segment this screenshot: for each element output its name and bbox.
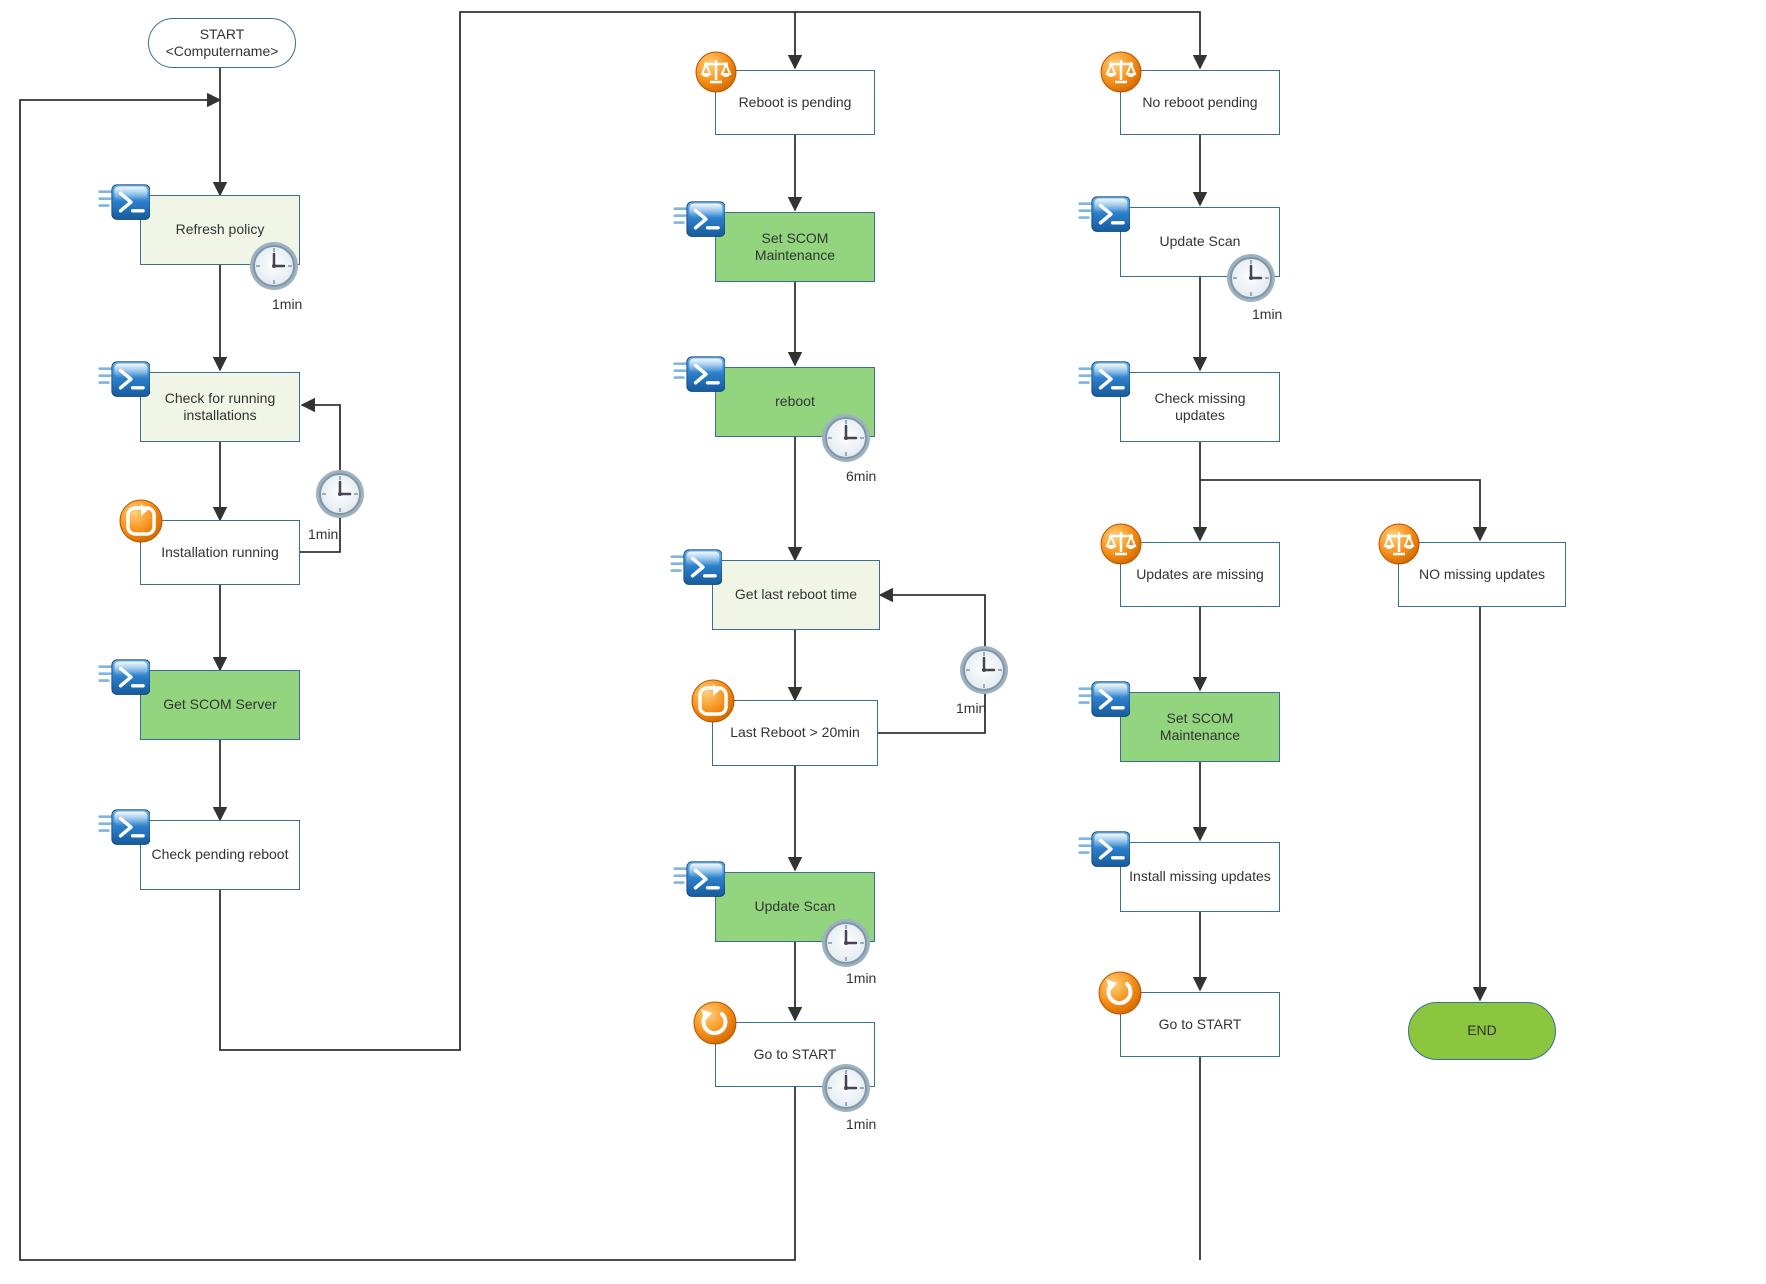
start-label-line2: <Computername> [166, 43, 279, 60]
node-label: Check pending reboot [152, 846, 289, 864]
node-last-reboot-gt-20min: Last Reboot > 20min [712, 700, 878, 766]
powershell-icon [673, 857, 725, 903]
scale-icon [1377, 522, 1421, 566]
node-label: Get last reboot time [735, 586, 857, 604]
node-label: Set SCOM Maintenance [724, 230, 866, 265]
node-label: Get SCOM Server [163, 696, 277, 714]
clock-icon [1225, 252, 1277, 304]
powershell-icon [673, 197, 725, 243]
node-label: NO missing updates [1419, 566, 1545, 584]
clock-icon [820, 412, 872, 464]
node-label: Set SCOM Maintenance [1129, 710, 1271, 745]
timer-label: 1min [846, 1116, 876, 1132]
powershell-icon [98, 180, 150, 226]
loop-icon [690, 678, 736, 724]
node-check-missing-updates: Check missing updates [1120, 372, 1280, 442]
clock-icon [958, 644, 1010, 696]
node-label: reboot [775, 393, 815, 411]
powershell-icon [1078, 827, 1130, 873]
node-set-scom-maintenance-2: Set SCOM Maintenance [1120, 692, 1280, 762]
timer-label: 1min [956, 700, 986, 716]
node-label: Check missing updates [1129, 390, 1271, 425]
node-label: Go to START [754, 1046, 837, 1064]
node-get-last-reboot-time: Get last reboot time [712, 560, 880, 630]
end-terminal: END [1408, 1002, 1556, 1060]
node-check-pending-reboot: Check pending reboot [140, 820, 300, 890]
end-label: END [1467, 1022, 1497, 1040]
powershell-icon [1078, 677, 1130, 723]
powershell-icon [1078, 357, 1130, 403]
node-label: Installation running [161, 544, 279, 562]
node-get-scom-server: Get SCOM Server [140, 670, 300, 740]
timer-label: 1min [308, 526, 338, 542]
powershell-icon [1078, 192, 1130, 238]
scale-icon [1099, 522, 1143, 566]
node-label: Install missing updates [1129, 868, 1271, 886]
node-label: Reboot is pending [739, 94, 852, 112]
timer-label: 6min [846, 468, 876, 484]
timer-label: 1min [846, 970, 876, 986]
start-terminal: START <Computername> [148, 18, 296, 68]
node-label: Check for running installations [149, 390, 291, 425]
node-label: No reboot pending [1142, 94, 1257, 112]
node-label: Refresh policy [176, 221, 265, 239]
node-label: Update Scan [1160, 233, 1241, 251]
powershell-icon [98, 805, 150, 851]
node-installation-running: Installation running [140, 520, 300, 585]
node-updates-are-missing: Updates are missing [1120, 542, 1280, 607]
node-install-missing-updates: Install missing updates [1120, 842, 1280, 912]
node-no-reboot-pending: No reboot pending [1120, 70, 1280, 135]
clock-icon [820, 917, 872, 969]
timer-label: 1min [1252, 306, 1282, 322]
node-check-running-installations: Check for running installations [140, 372, 300, 442]
node-no-missing-updates: NO missing updates [1398, 542, 1566, 607]
powershell-icon [670, 545, 722, 591]
clock-icon [820, 1062, 872, 1114]
node-label: Updates are missing [1136, 566, 1264, 584]
node-label: Last Reboot > 20min [730, 724, 860, 742]
powershell-icon [673, 352, 725, 398]
node-reboot-is-pending: Reboot is pending [715, 70, 875, 135]
scale-icon [694, 50, 738, 94]
powershell-icon [98, 655, 150, 701]
clock-icon [314, 468, 366, 520]
node-label: Update Scan [755, 898, 836, 916]
timer-label: 1min [272, 296, 302, 312]
start-label-line1: START [200, 26, 245, 43]
powershell-icon [98, 357, 150, 403]
node-goto-start-2: Go to START [1120, 992, 1280, 1057]
node-label: Go to START [1159, 1016, 1242, 1034]
node-set-scom-maintenance-1: Set SCOM Maintenance [715, 212, 875, 282]
back-arrow-icon [1097, 970, 1143, 1016]
clock-icon [248, 240, 300, 292]
back-arrow-icon [692, 1000, 738, 1046]
loop-icon [118, 498, 164, 544]
scale-icon [1099, 50, 1143, 94]
